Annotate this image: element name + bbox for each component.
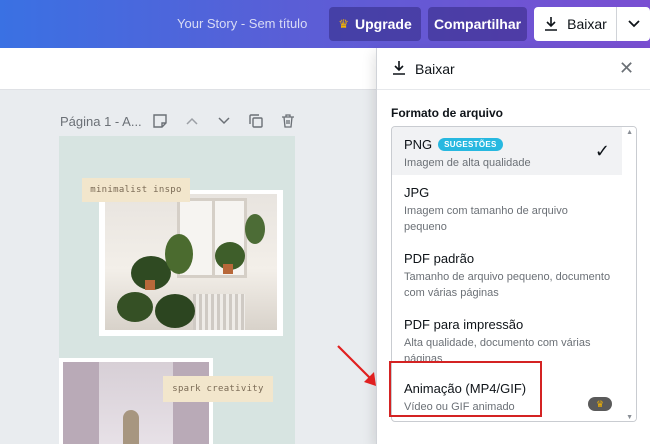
person-photo-image <box>63 362 209 444</box>
top-bar: Your Story - Sem título ♛ Upgrade Compar… <box>0 0 650 48</box>
chevron-down-icon[interactable] <box>214 112 234 130</box>
pro-crown-icon: ♛ <box>588 397 612 411</box>
pot-shape <box>223 264 233 274</box>
pot-shape <box>145 280 155 290</box>
download-options-button[interactable] <box>616 7 650 41</box>
format-title: PNG <box>404 137 433 152</box>
suggestion-badge: SUGESTÕES <box>438 138 503 151</box>
document-title[interactable]: Your Story - Sem título <box>177 16 307 31</box>
crown-icon: ♛ <box>338 17 349 31</box>
format-option-png[interactable]: PNG SUGESTÕES Imagem de alta qualidade ✓ <box>392 127 624 175</box>
trash-icon[interactable] <box>278 112 298 130</box>
close-icon[interactable]: ✕ <box>619 58 634 79</box>
download-label: Baixar <box>567 16 607 32</box>
panel-title: Baixar <box>415 61 455 77</box>
text-tag-top[interactable]: minimalist inspo <box>82 178 190 202</box>
plants-photo-image <box>105 194 277 330</box>
format-label: Formato de arquivo <box>391 106 504 120</box>
plant-shape <box>155 294 195 328</box>
design-canvas[interactable]: minimalist inspo spark creativity <box>59 136 295 444</box>
plants-photo[interactable] <box>99 190 283 336</box>
format-title: PDF padrão <box>404 251 475 266</box>
download-icon <box>393 61 405 75</box>
format-desc: Imagem de alta qualidade <box>404 157 531 169</box>
format-list-scrollbar[interactable]: ▲ ▼ <box>622 127 636 421</box>
format-option-jpg[interactable]: JPG Imagem com tamanho de arquivo pequen… <box>392 185 624 235</box>
format-desc: Tamanho de arquivo pequeno, documento co… <box>404 271 611 299</box>
curtain-shape <box>63 362 99 444</box>
download-button[interactable]: Baixar <box>534 7 616 41</box>
highlight-box <box>389 361 542 417</box>
copy-icon[interactable] <box>246 112 266 130</box>
red-arrow-icon <box>337 345 376 386</box>
note-icon[interactable] <box>150 112 170 130</box>
upgrade-label: Upgrade <box>354 16 412 32</box>
panel-header: Baixar ✕ <box>377 48 650 90</box>
radiator-shape <box>193 294 245 330</box>
format-desc: Imagem com tamanho de arquivo pequeno <box>404 205 568 233</box>
download-icon <box>545 17 558 31</box>
format-title: JPG <box>404 185 430 200</box>
chevron-down-icon <box>627 20 640 28</box>
page-tools <box>150 112 298 130</box>
plant-shape <box>165 234 193 274</box>
scroll-up-icon[interactable]: ▲ <box>626 129 633 136</box>
curtain-shape <box>173 362 209 444</box>
format-option-pdf-standard[interactable]: PDF padrão Tamanho de arquivo pequeno, d… <box>392 251 624 301</box>
upgrade-button[interactable]: ♛ Upgrade <box>329 7 421 41</box>
format-title: PDF para impressão <box>404 317 524 332</box>
plant-shape <box>117 292 153 322</box>
page-label: Página 1 - A... <box>60 114 142 129</box>
share-button[interactable]: Compartilhar <box>428 7 527 41</box>
format-option-pdf-print[interactable]: PDF para impressão Alta qualidade, docum… <box>392 317 624 361</box>
scroll-down-icon[interactable]: ▼ <box>626 414 633 421</box>
format-desc: Alta qualidade, documento com várias pág… <box>404 337 591 361</box>
chevron-up-icon[interactable] <box>182 112 202 130</box>
plant-shape <box>245 214 265 244</box>
text-tag-bottom[interactable]: spark creativity <box>163 376 273 402</box>
checkmark-icon: ✓ <box>594 141 610 161</box>
person-shape <box>123 410 139 444</box>
